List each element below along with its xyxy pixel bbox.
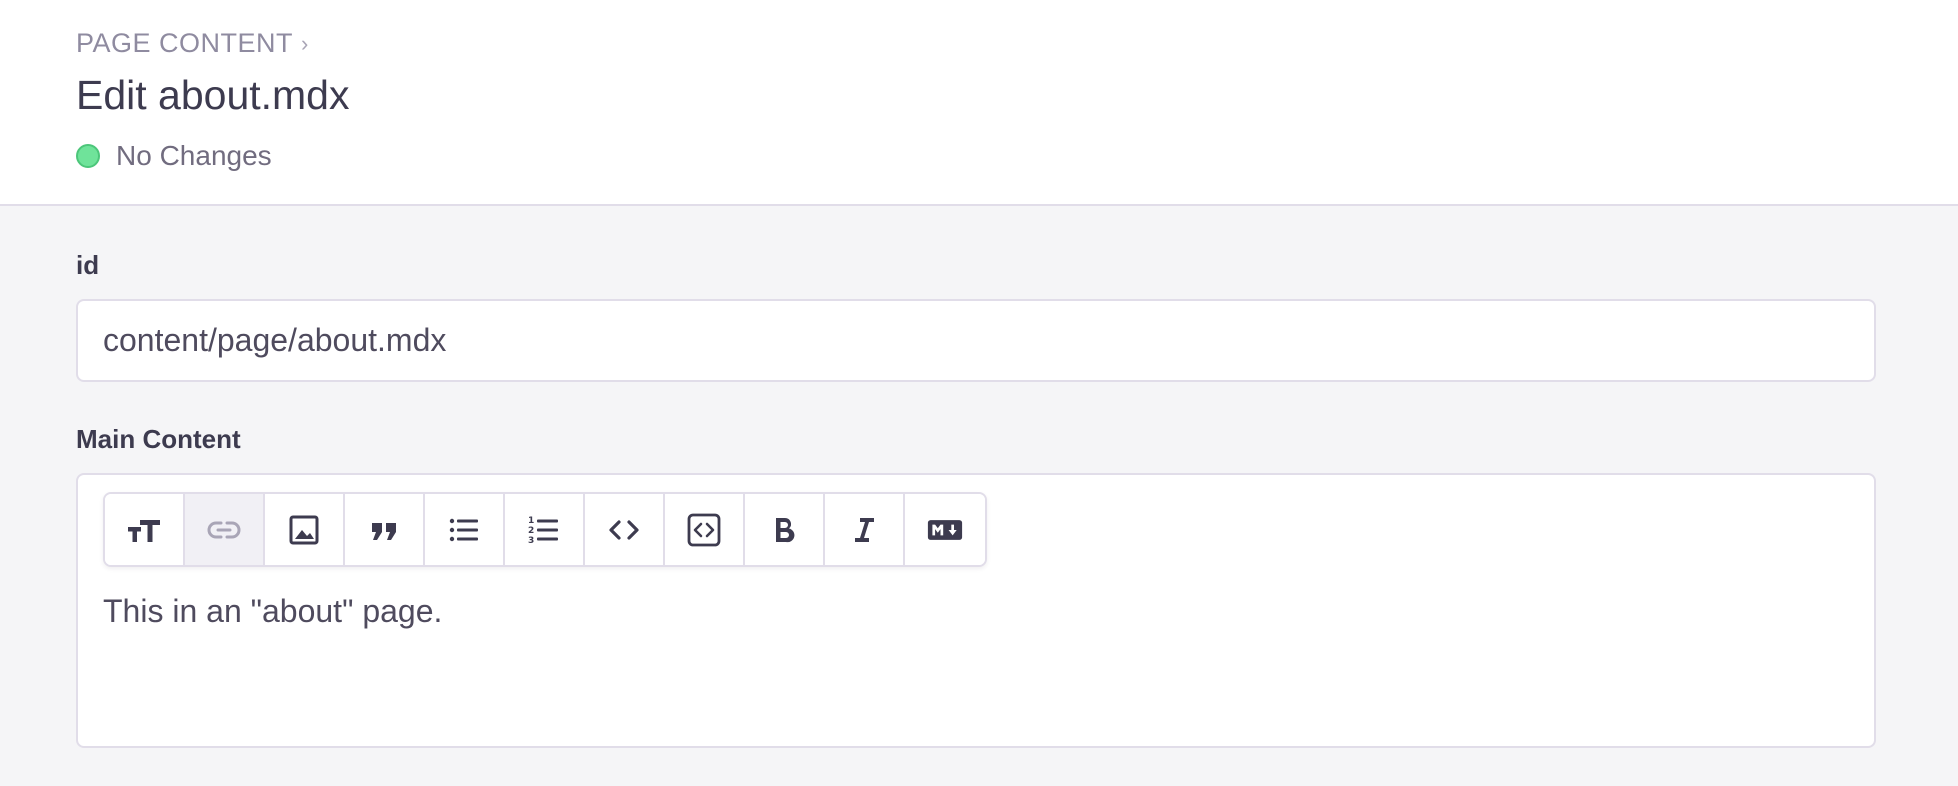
- status-dot-icon: [76, 144, 100, 168]
- inline-code-button[interactable]: [585, 494, 665, 565]
- bullet-list-icon: [449, 518, 478, 541]
- text-size-icon: [128, 519, 160, 542]
- link-icon: [207, 521, 241, 538]
- id-field-input[interactable]: [76, 299, 1876, 382]
- breadcrumb[interactable]: PAGE CONTENT ›: [76, 28, 309, 59]
- main-content-label: Main Content: [76, 424, 241, 454]
- svg-text:3: 3: [528, 536, 534, 546]
- chevron-right-icon: ›: [301, 30, 309, 56]
- main-content-editor[interactable]: 123 This in an "about" page.: [76, 473, 1876, 748]
- svg-text:2: 2: [528, 526, 534, 536]
- code-icon: [609, 519, 639, 540]
- breadcrumb-label[interactable]: PAGE CONTENT: [76, 28, 293, 59]
- italic-icon: [855, 517, 874, 542]
- bold-button[interactable]: [745, 494, 825, 565]
- bullet-list-button[interactable]: [425, 494, 505, 565]
- status-text: No Changes: [116, 140, 272, 171]
- bold-icon: [776, 517, 795, 542]
- numbered-list-icon: 123: [528, 516, 558, 546]
- image-button[interactable]: [265, 494, 345, 565]
- italic-button[interactable]: [825, 494, 905, 565]
- quote-icon: [372, 522, 396, 540]
- page-header: PAGE CONTENT › Edit about.mdx No Changes: [0, 0, 1958, 206]
- quote-button[interactable]: [345, 494, 425, 565]
- numbered-list-button[interactable]: 123: [505, 494, 585, 565]
- status-indicator: No Changes: [76, 140, 272, 172]
- markdown-icon: [927, 519, 963, 540]
- svg-text:1: 1: [528, 516, 534, 526]
- page-title: Edit about.mdx: [76, 72, 350, 118]
- image-icon: [289, 515, 319, 544]
- markdown-button[interactable]: [905, 494, 985, 565]
- code-block-button[interactable]: [665, 494, 745, 565]
- text-size-button[interactable]: [105, 494, 185, 565]
- editor-content[interactable]: This in an "about" page.: [103, 593, 442, 630]
- link-button[interactable]: [185, 494, 265, 565]
- id-field-label: id: [76, 250, 100, 280]
- code-block-icon: [687, 513, 721, 546]
- editor-toolbar: 123: [103, 492, 987, 567]
